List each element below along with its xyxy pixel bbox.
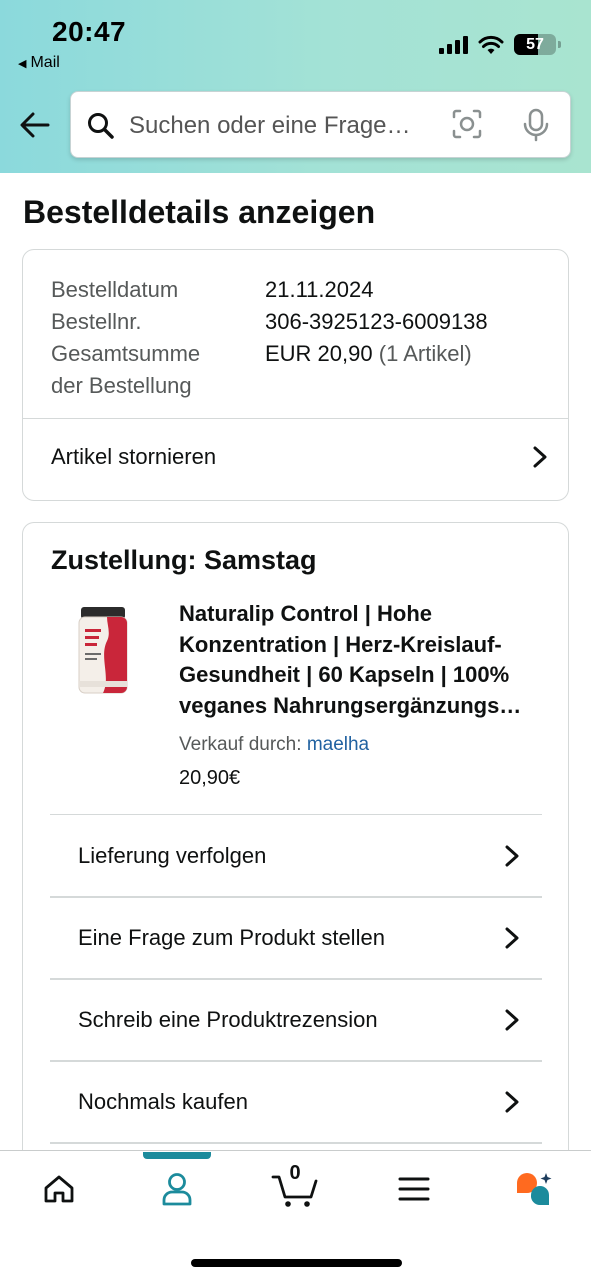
write-review-button[interactable]: Schreib eine Produktrezension: [50, 978, 542, 1060]
action-label: Schreib eine Produktrezension: [78, 1007, 378, 1032]
chevron-right-icon: [533, 446, 547, 468]
order-total-row: Gesamtsumme der Bestellung EUR 20,90 (1 …: [51, 338, 488, 402]
chevron-right-icon: [505, 927, 519, 949]
tab-rufus[interactable]: [508, 1166, 558, 1212]
seller-info: Verkauf durch: maelha: [179, 734, 369, 756]
search-icon: [88, 113, 114, 139]
account-icon: [162, 1173, 192, 1206]
battery-icon: 57: [514, 34, 556, 55]
action-label: Nochmals kaufen: [78, 1089, 248, 1114]
cancel-items-button[interactable]: Artikel stornieren: [51, 439, 548, 475]
wifi-icon: [478, 35, 504, 54]
battery-level: 57: [526, 36, 544, 53]
back-to-app-link[interactable]: ◀ Mail: [18, 54, 60, 72]
rufus-icon: [517, 1173, 552, 1206]
search-bar[interactable]: [70, 91, 571, 158]
seller-link[interactable]: maelha: [307, 734, 369, 755]
back-app-label: Mail: [30, 54, 60, 71]
tab-account[interactable]: [152, 1166, 202, 1212]
home-icon: [44, 1175, 74, 1203]
search-input[interactable]: [129, 106, 439, 146]
order-total-label: Gesamtsumme der Bestellung: [51, 341, 201, 398]
seller-prefix: Verkauf durch:: [179, 734, 302, 755]
action-label: Eine Frage zum Produkt stellen: [78, 925, 385, 950]
tab-cart[interactable]: 0: [268, 1162, 322, 1212]
item-count: (1 Artikel): [378, 341, 472, 366]
cellular-signal-icon: [439, 35, 468, 54]
cart-count: 0: [289, 1162, 301, 1184]
active-tab-indicator: [143, 1152, 211, 1159]
order-number-row: Bestellnr. 306-3925123-6009138: [51, 306, 488, 338]
tab-menu[interactable]: [389, 1166, 439, 1212]
order-date-row: Bestelldatum 21.11.2024: [51, 274, 488, 306]
status-time: 20:47: [52, 16, 127, 47]
order-date-value: 21.11.2024: [265, 277, 374, 302]
status-icons: 57: [439, 34, 561, 55]
divider: [23, 418, 568, 419]
back-arrow-icon[interactable]: [18, 108, 52, 142]
tab-home[interactable]: [34, 1166, 84, 1212]
menu-icon: [398, 1177, 430, 1201]
product-price: 20,90€: [179, 767, 241, 789]
camera-scan-icon[interactable]: [451, 108, 483, 140]
product-title[interactable]: Naturalip Control | Hohe Konzentration |…: [179, 599, 549, 721]
order-number-label: Bestellnr.: [51, 309, 142, 334]
microphone-icon[interactable]: [523, 108, 549, 142]
order-date-label: Bestelldatum: [51, 277, 179, 302]
order-number-value: 306-3925123-6009138: [265, 309, 488, 334]
track-delivery-button[interactable]: Lieferung verfolgen: [50, 814, 542, 896]
chevron-right-icon: [505, 845, 519, 866]
order-summary-card: Bestelldatum 21.11.2024 Bestellnr. 306-3…: [22, 249, 569, 501]
order-total-value: EUR 20,90 (1 Artikel): [265, 341, 472, 366]
home-indicator: [191, 1259, 402, 1267]
chevron-right-icon: [505, 1009, 519, 1031]
order-summary: Bestelldatum 21.11.2024 Bestellnr. 306-3…: [51, 274, 488, 402]
chevron-right-icon: [505, 1091, 519, 1113]
back-triangle-icon: ◀: [18, 57, 27, 70]
app-header: 20:47 ◀ Mail 57: [0, 0, 591, 173]
ask-product-question-button[interactable]: Eine Frage zum Produkt stellen: [50, 896, 542, 978]
product-image[interactable]: [77, 607, 129, 695]
delivery-heading: Zustellung: Samstag: [51, 545, 317, 575]
buy-again-button[interactable]: Nochmals kaufen: [50, 1060, 542, 1142]
delivery-card: Zustellung: Samstag Naturalip Control | …: [22, 522, 569, 1162]
order-actions-list: Lieferung verfolgen Eine Frage zum Produ…: [50, 814, 542, 1154]
action-label: Lieferung verfolgen: [78, 842, 267, 868]
cancel-items-label: Artikel stornieren: [51, 444, 217, 469]
page-title: Bestelldetails anzeigen: [23, 194, 376, 230]
